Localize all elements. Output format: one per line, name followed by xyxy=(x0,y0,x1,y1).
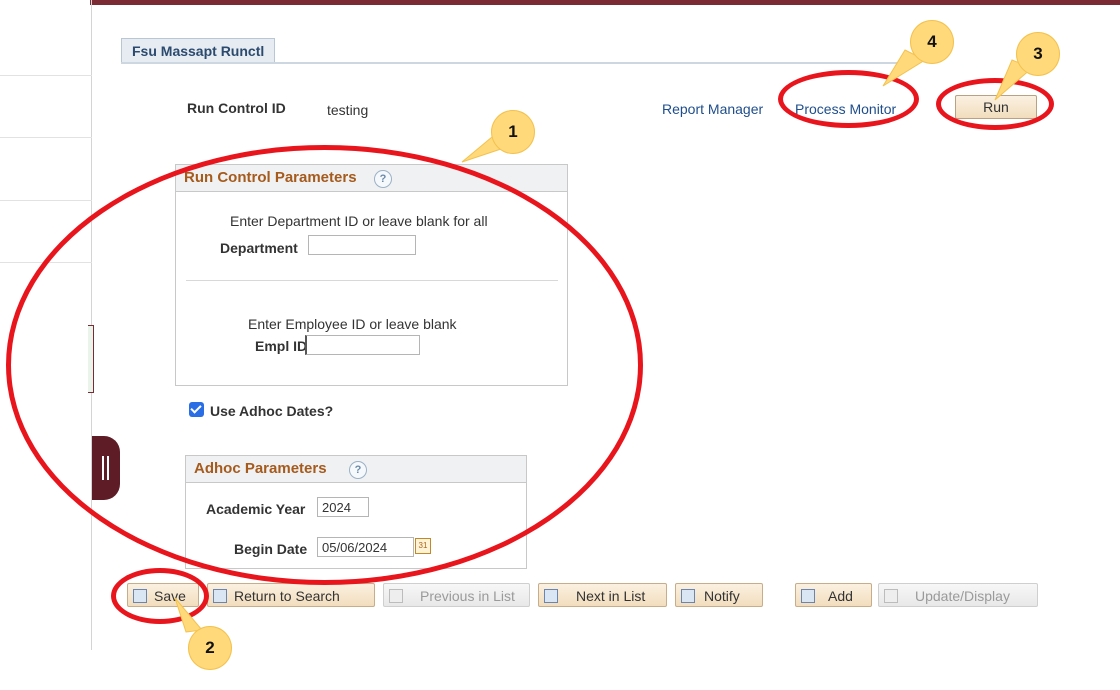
callout-tails xyxy=(174,49,1033,633)
callout-3: 3 xyxy=(1016,32,1060,76)
callout-4: 4 xyxy=(910,20,954,64)
callout-1: 1 xyxy=(491,110,535,154)
callout-tail xyxy=(174,597,203,633)
callout-2: 2 xyxy=(188,626,232,670)
